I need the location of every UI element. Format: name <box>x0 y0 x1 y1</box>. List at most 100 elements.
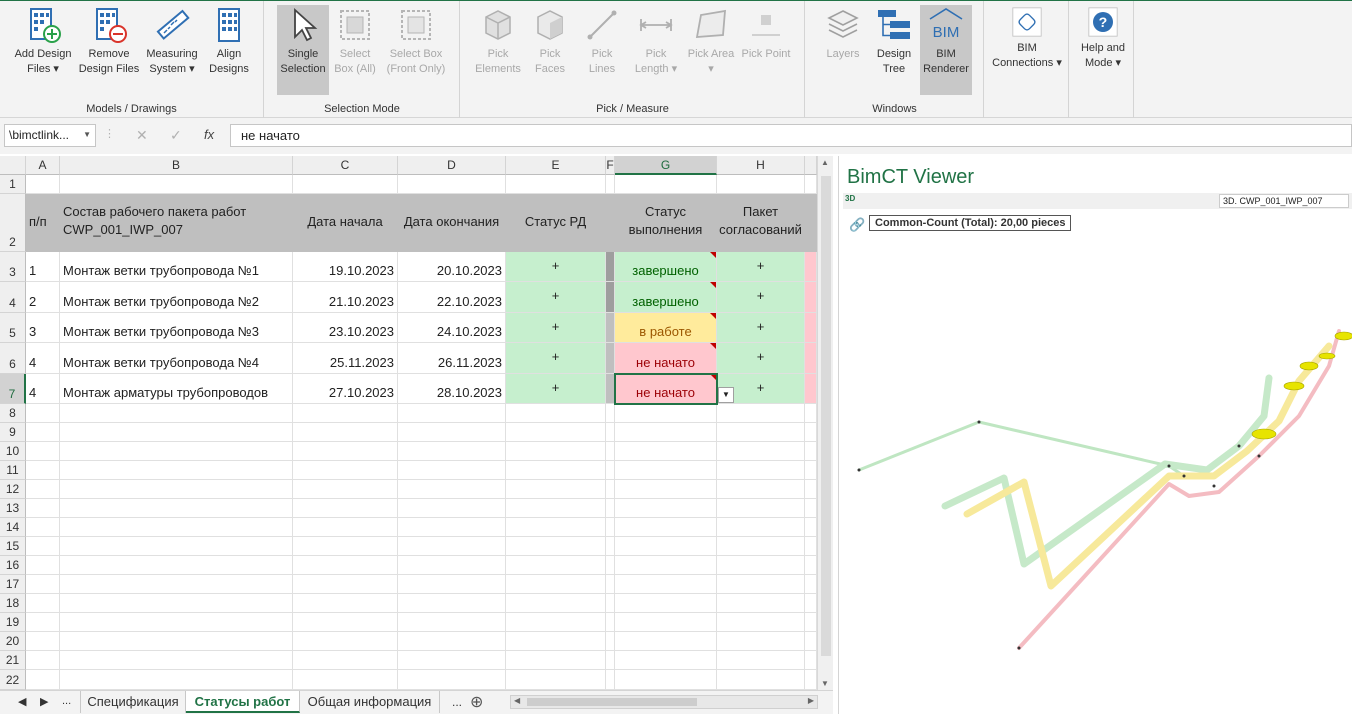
col-header-a[interactable]: A <box>26 156 60 175</box>
cell[interactable] <box>606 651 615 670</box>
cell[interactable] <box>506 499 606 518</box>
cell[interactable] <box>398 537 506 556</box>
cell[interactable] <box>606 594 615 613</box>
pick-length-button[interactable]: Pick Length ▾ <box>629 5 683 95</box>
row-header-12[interactable]: 12 <box>0 480 26 499</box>
cell[interactable] <box>506 651 606 670</box>
bim-connections-button[interactable]: BIM Connections ▾ <box>991 5 1063 95</box>
measuring-system-button[interactable]: Measuring System ▾ <box>142 5 202 95</box>
pick-elements-button[interactable]: Pick Elements <box>471 5 525 95</box>
cell[interactable] <box>606 461 615 480</box>
row-end-date[interactable]: 20.10.2023 <box>398 252 506 282</box>
cell[interactable] <box>805 556 817 575</box>
cell[interactable] <box>506 670 606 690</box>
cell[interactable] <box>717 594 805 613</box>
row-header-22[interactable]: 22 <box>0 670 26 690</box>
cell[interactable] <box>60 175 293 194</box>
cell[interactable] <box>615 537 717 556</box>
cell[interactable] <box>717 632 805 651</box>
cell[interactable] <box>398 461 506 480</box>
row-num[interactable]: 4 <box>26 343 60 374</box>
cell[interactable] <box>615 404 717 423</box>
cell[interactable] <box>606 442 615 461</box>
cell[interactable] <box>606 480 615 499</box>
cell[interactable] <box>293 423 398 442</box>
cell[interactable] <box>606 537 615 556</box>
cell[interactable] <box>398 175 506 194</box>
cell[interactable] <box>615 613 717 632</box>
col-header-f[interactable]: F <box>606 156 615 175</box>
col-header-c[interactable]: C <box>293 156 398 175</box>
scroll-down-icon[interactable]: ▼ <box>821 679 829 688</box>
row-header-20[interactable]: 20 <box>0 632 26 651</box>
cell[interactable] <box>606 518 615 537</box>
cell[interactable] <box>60 613 293 632</box>
cell[interactable] <box>60 423 293 442</box>
cell[interactable] <box>398 404 506 423</box>
cell[interactable] <box>60 480 293 499</box>
row-edge[interactable] <box>805 313 817 343</box>
tab-prev-icon[interactable]: ◀ <box>18 695 26 708</box>
cell[interactable] <box>606 575 615 594</box>
row-header-15[interactable]: 15 <box>0 537 26 556</box>
cell[interactable] <box>615 575 717 594</box>
row-edge[interactable] <box>805 282 817 313</box>
cell[interactable] <box>606 670 615 690</box>
cell[interactable] <box>606 175 615 194</box>
row-header-8[interactable]: 8 <box>0 404 26 423</box>
single-selection-button[interactable]: Single Selection <box>277 5 329 95</box>
cell-dropdown-button[interactable]: ▼ <box>718 387 734 403</box>
align-designs-button[interactable]: Align Designs <box>202 5 256 95</box>
row-rd-status[interactable]: + <box>506 282 606 313</box>
tab-general-info[interactable]: Общая информация <box>300 691 440 713</box>
row-rd-status[interactable]: + <box>506 252 606 282</box>
cell[interactable] <box>717 537 805 556</box>
cell[interactable] <box>717 556 805 575</box>
row-spacer[interactable] <box>606 282 615 313</box>
cell[interactable] <box>60 632 293 651</box>
cell[interactable] <box>398 651 506 670</box>
header-rd-status[interactable]: Статус РД <box>506 194 606 252</box>
pick-faces-button[interactable]: Pick Faces <box>525 5 575 95</box>
tab-work-statuses[interactable]: Статусы работ <box>186 691 300 713</box>
cell[interactable] <box>398 499 506 518</box>
cell[interactable] <box>398 594 506 613</box>
row-exec-status[interactable]: не начато <box>615 343 717 374</box>
cell[interactable] <box>717 480 805 499</box>
cell[interactable] <box>506 632 606 651</box>
cell[interactable] <box>506 175 606 194</box>
row-name[interactable]: Монтаж арматуры трубопроводов <box>60 374 293 404</box>
header-exec-status[interactable]: Статус выполнения <box>615 194 717 252</box>
row-header-1[interactable]: 1 <box>0 175 26 194</box>
tab-specification[interactable]: Спецификация <box>80 691 186 713</box>
cell[interactable] <box>717 651 805 670</box>
cell[interactable] <box>398 613 506 632</box>
cell[interactable] <box>805 613 817 632</box>
cell[interactable] <box>26 632 60 651</box>
cell[interactable] <box>293 575 398 594</box>
cell[interactable] <box>398 480 506 499</box>
row-exec-status[interactable]: завершено <box>615 252 717 282</box>
function-icon[interactable]: fx <box>204 127 214 142</box>
cell[interactable] <box>805 499 817 518</box>
cell[interactable] <box>293 518 398 537</box>
row-header-5[interactable]: 5 <box>0 313 26 343</box>
cell[interactable] <box>293 499 398 518</box>
cell[interactable] <box>26 480 60 499</box>
col-header-h[interactable]: H <box>717 156 805 175</box>
row-name[interactable]: Монтаж ветки трубопровода №3 <box>60 313 293 343</box>
cell[interactable] <box>398 442 506 461</box>
cell[interactable] <box>26 594 60 613</box>
cell[interactable] <box>606 499 615 518</box>
cell[interactable] <box>506 594 606 613</box>
row-name[interactable]: Монтаж ветки трубопровода №1 <box>60 252 293 282</box>
remove-design-files-button[interactable]: Remove Design Files <box>76 5 142 95</box>
enter-icon[interactable]: ✓ <box>170 127 182 144</box>
cell[interactable] <box>26 651 60 670</box>
col-header-e[interactable]: E <box>506 156 606 175</box>
row-header-14[interactable]: 14 <box>0 518 26 537</box>
cell[interactable] <box>26 556 60 575</box>
cell[interactable] <box>293 670 398 690</box>
cell[interactable] <box>615 423 717 442</box>
row-header-6[interactable]: 6 <box>0 343 26 374</box>
